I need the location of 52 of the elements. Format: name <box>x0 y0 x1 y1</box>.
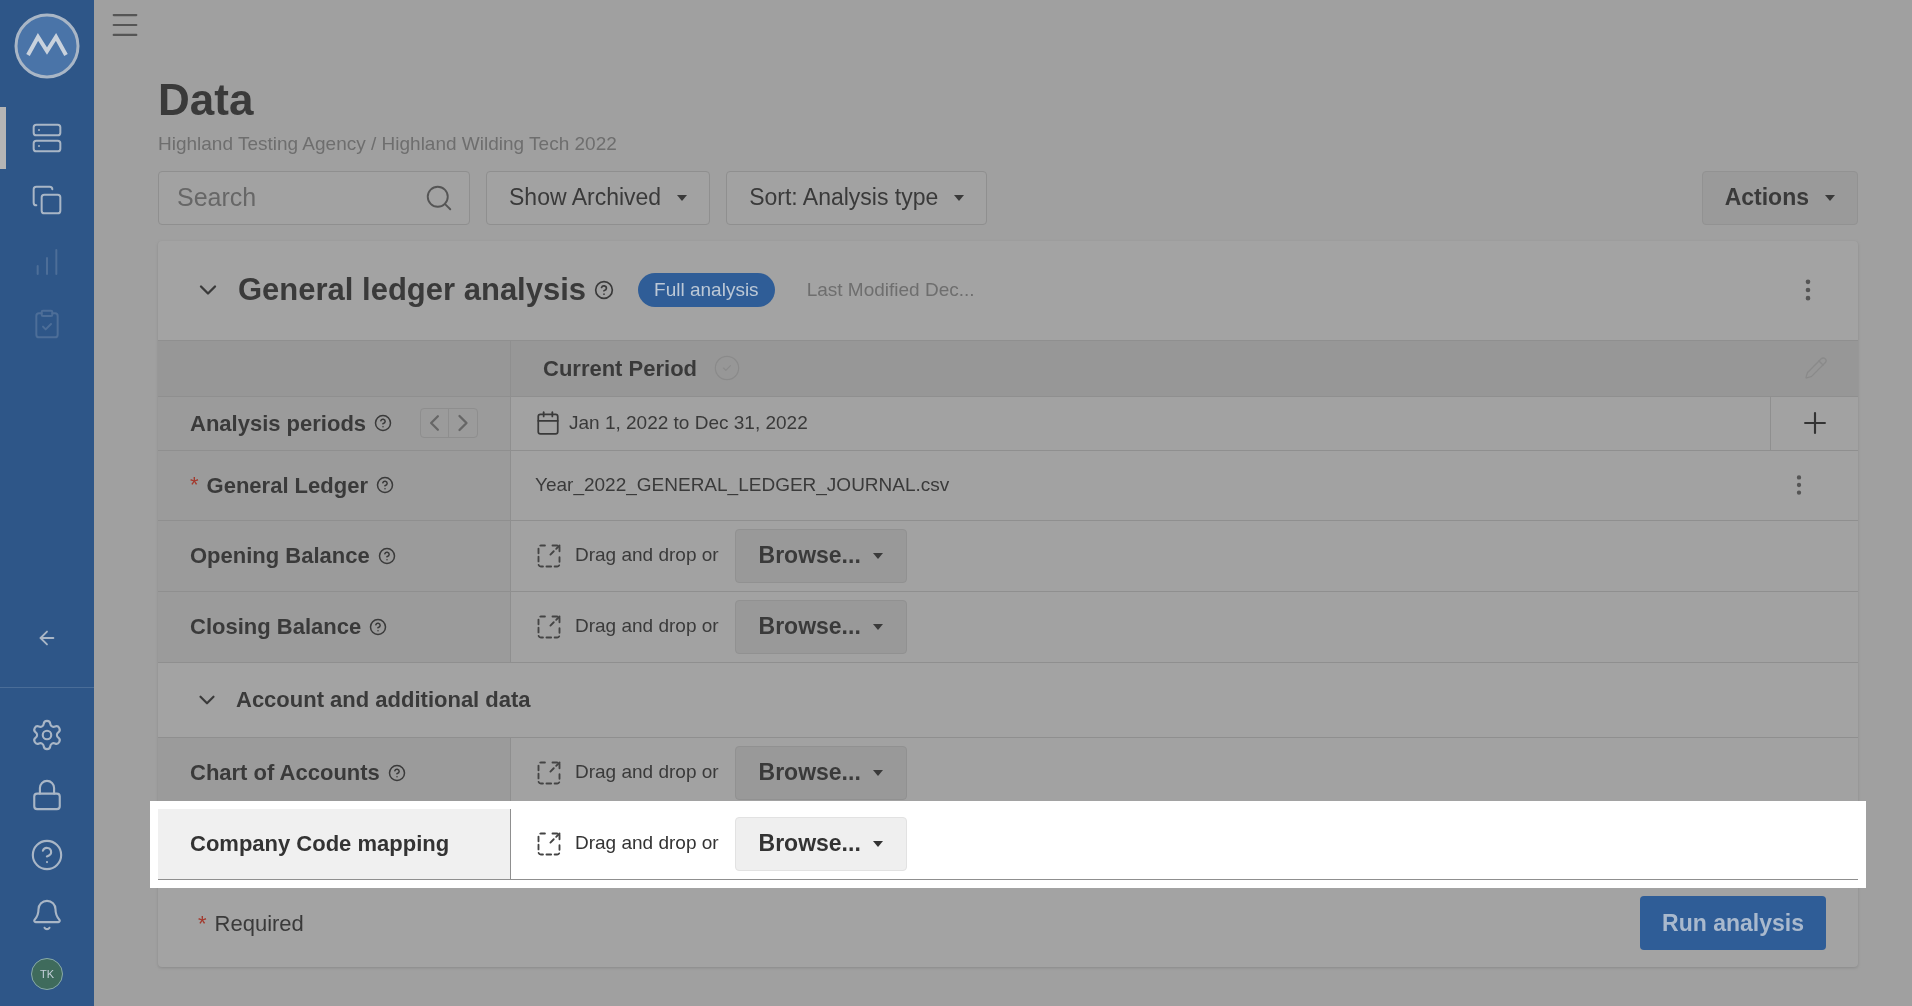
row-label: Company Code mapping <box>190 830 450 858</box>
help-icon[interactable] <box>387 763 406 782</box>
drop-hint: Drag and drop or <box>575 831 719 856</box>
browse-button[interactable]: Browse... <box>734 745 907 800</box>
sort-dropdown[interactable]: Sort: Analysis type <box>726 170 988 225</box>
lock-icon[interactable] <box>30 778 64 812</box>
drop-hint: Drag and drop or <box>575 614 719 639</box>
browse-button[interactable]: Browse... <box>734 816 907 871</box>
required-note: Required <box>214 909 304 938</box>
settings-icon[interactable] <box>30 718 64 752</box>
column-header: Current Period <box>543 354 698 383</box>
caret-icon <box>872 840 883 847</box>
search-field[interactable]: Search <box>158 170 470 225</box>
caret-icon <box>1825 194 1835 201</box>
period-nav[interactable] <box>420 408 478 438</box>
caret-icon <box>872 769 883 776</box>
help-icon[interactable] <box>369 617 388 636</box>
required-asterisk: * <box>198 909 207 938</box>
caret-icon <box>872 623 883 630</box>
period-value: Jan 1, 2022 to Dec 31, 2022 <box>569 410 808 435</box>
row-label: Analysis periods <box>190 409 367 438</box>
help-icon[interactable] <box>30 838 64 872</box>
actions-dropdown[interactable]: Actions <box>1701 170 1858 225</box>
drop-hint: Drag and drop or <box>575 760 719 785</box>
logo-icon <box>14 13 80 79</box>
run-analysis-button[interactable]: Run analysis <box>1640 896 1826 950</box>
help-icon[interactable] <box>375 476 394 494</box>
row-label: Closing Balance <box>190 613 362 641</box>
drop-hint: Drag and drop or <box>575 543 719 568</box>
data-icon[interactable] <box>31 122 63 154</box>
caret-icon <box>872 552 883 559</box>
avatar[interactable]: TK <box>31 958 63 990</box>
calendar-icon <box>535 410 561 436</box>
browse-button[interactable]: Browse... <box>734 599 907 654</box>
help-icon[interactable] <box>594 280 615 300</box>
show-archived-dropdown[interactable]: Show Archived <box>486 170 711 225</box>
help-icon[interactable] <box>374 414 393 432</box>
files-icon[interactable] <box>31 184 63 216</box>
bell-icon[interactable] <box>30 898 64 932</box>
required-asterisk: * <box>190 474 199 496</box>
browse-button[interactable]: Browse... <box>734 528 907 583</box>
analysis-title: General ledger analysis <box>238 270 587 309</box>
analysis-type-badge: Full analysis <box>638 272 775 308</box>
row-label: General Ledger <box>206 471 368 500</box>
file-name: Year_2022_GENERAL_LEDGER_JOURNAL.csv <box>534 472 951 498</box>
help-icon[interactable] <box>377 546 396 565</box>
section-title: Account and additional data <box>236 686 531 714</box>
caret-icon <box>954 194 965 201</box>
row-label: Opening Balance <box>190 542 370 570</box>
row-label: Chart of Accounts <box>190 759 380 787</box>
caret-icon <box>677 194 688 201</box>
page-title: Data <box>158 78 255 122</box>
